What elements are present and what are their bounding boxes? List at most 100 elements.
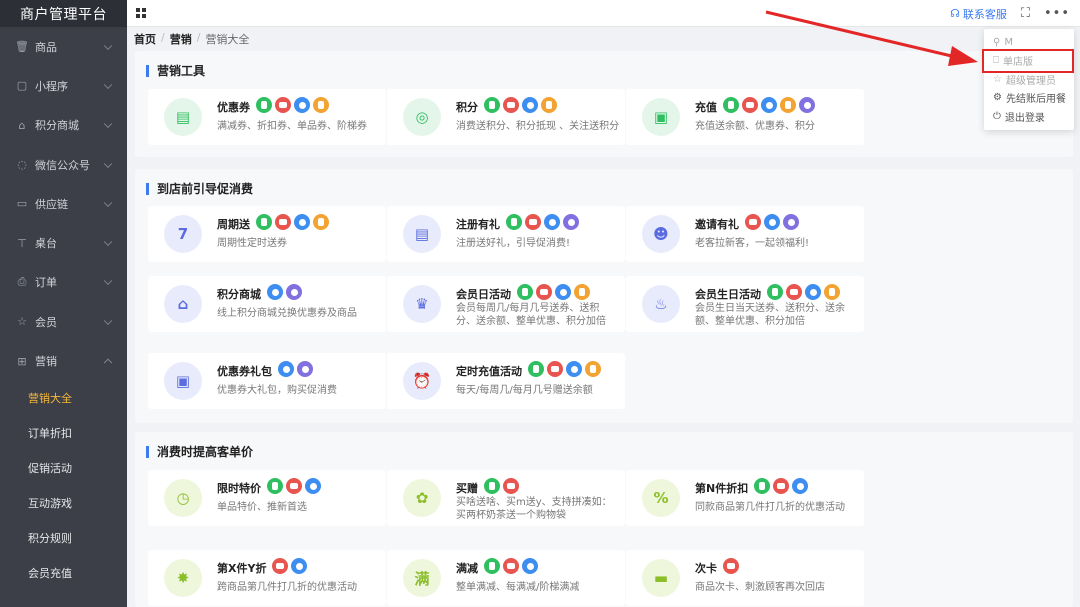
- section-pre-store: 到店前引导促消费 7 周期送 周期性定时送券 ▤ 注册有礼 注册送好礼，引导促消费! ☻ 邀请…: [135, 169, 1073, 423]
- card-description: 每天/每周几/每月几号赠送余额: [456, 385, 593, 396]
- blue-platform-icon: [761, 97, 777, 113]
- card-description: 充值送余额、优惠券、积分: [695, 121, 815, 132]
- red-platform-icon: [503, 97, 519, 113]
- card-description: 消费送积分、积分抵现 、关注送积分: [456, 121, 620, 132]
- card-description: 注册送好礼，引导促消费!: [456, 238, 571, 249]
- marketing-card[interactable]: ☻ 邀请有礼 老客拉新客，一起领福利!: [626, 206, 864, 262]
- blue-platform-icon: [267, 284, 283, 300]
- card-title: 第N件折扣: [695, 482, 749, 495]
- card-description: 周期性定时送券: [217, 238, 287, 249]
- truck-icon: ▭: [16, 197, 28, 211]
- green-platform-icon: [484, 558, 500, 574]
- sidebar-subitem[interactable]: 会员充值: [0, 556, 127, 591]
- chevron-icon: [103, 237, 113, 247]
- table-icon: ⊤: [17, 236, 27, 250]
- breadcrumb-marketing[interactable]: 营销: [170, 31, 192, 47]
- marketing-card[interactable]: ⏰ 定时充值活动 每天/每周几/每月几号赠送余额: [387, 353, 625, 409]
- sidebar-item[interactable]: 🗑 商品: [0, 27, 127, 66]
- card-title: 充值: [695, 101, 717, 114]
- card-title: 会员生日活动: [695, 288, 761, 301]
- star-icon: ☆: [17, 315, 27, 329]
- red-platform-icon: [503, 558, 519, 574]
- card-title: 会员日活动: [456, 288, 511, 301]
- marketing-card[interactable]: ✿ 买赠 买啥送啥、买m送y、支持拼凑如：买两杯奶茶送一个购物袋: [387, 470, 625, 526]
- blue-platform-icon: [566, 361, 582, 377]
- sidebar-subitem[interactable]: 促销活动: [0, 451, 127, 486]
- card-description: 线上积分商城兑换优惠券及商品: [217, 308, 357, 319]
- marketing-card[interactable]: ◷ 限时特价 单品特价、推新首选: [148, 470, 386, 526]
- breadcrumb: 首页 / 营销 / 营销大全: [134, 31, 250, 47]
- purple-platform-icon: [783, 214, 799, 230]
- blue-platform-icon: [291, 558, 307, 574]
- blue-platform-icon: [792, 478, 808, 494]
- card-description: 同款商品第几件打几折的优惠活动: [695, 502, 845, 513]
- sidebar-item[interactable]: ▭ 供应链: [0, 184, 127, 223]
- marketing-card[interactable]: ▣ 充值充值送余额、优惠券、积分: [626, 89, 864, 145]
- green-platform-icon: [528, 361, 544, 377]
- sidebar-item[interactable]: ☆ 会员: [0, 302, 127, 341]
- platform-badges: [272, 558, 307, 574]
- marketing-card[interactable]: ▬ 次卡 商品次卡、刺激顾客再次回店: [626, 550, 864, 606]
- red-platform-icon: [786, 284, 802, 300]
- breadcrumb-home[interactable]: 首页: [134, 31, 156, 47]
- sidebar-subitem[interactable]: 积分规则: [0, 521, 127, 556]
- sidebar-subitem[interactable]: 营销大全: [0, 381, 127, 416]
- marketing-card[interactable]: ▤ 优惠券 满减券、折扣券、单品券、阶梯券: [148, 89, 386, 145]
- more-icon[interactable]: •••: [1044, 6, 1070, 21]
- printer-icon: ⎙: [17, 275, 27, 289]
- discount-icon: ✸: [164, 559, 202, 597]
- blue-platform-icon: [555, 284, 571, 300]
- green-platform-icon: [484, 97, 500, 113]
- marketing-card[interactable]: 满 满减 整单满减、每满减/阶梯满减: [387, 550, 625, 606]
- sidebar-item-label: 桌台: [35, 237, 57, 251]
- green-platform-icon: [723, 97, 739, 113]
- marketing-card[interactable]: ▣ 优惠券礼包 优惠券大礼包，购买促消费: [148, 353, 386, 409]
- marketing-card[interactable]: ♛ 会员日活动会员每周几/每月几号送券、送积分、送余额、整单优惠、积分加倍: [387, 276, 625, 332]
- red-platform-icon: [742, 97, 758, 113]
- gear-icon: ⚙: [993, 92, 1002, 104]
- marketing-card[interactable]: ⌂ 积分商城 线上积分商城兑换优惠券及商品: [148, 276, 386, 332]
- marketing-card[interactable]: % 第N件折扣同款商品第几件打几折的优惠活动: [626, 470, 864, 526]
- percent-icon: %: [642, 479, 680, 517]
- card-title: 次卡: [695, 562, 717, 575]
- chevron-icon: [103, 358, 113, 368]
- sidebar-item[interactable]: ⎙ 订单: [0, 263, 127, 302]
- recharge-icon: ▣: [642, 98, 680, 136]
- menu-grid-icon[interactable]: [136, 8, 146, 18]
- marketing-card[interactable]: ▤ 注册有礼 注册送好礼，引导促消费!: [387, 206, 625, 262]
- green-platform-icon: [267, 478, 283, 494]
- card-title: 积分: [456, 101, 478, 114]
- card-description: 会员每周几/每月几号送券、送积分、送余额、整单优惠、积分加倍: [456, 303, 606, 327]
- sidebar-item-label: 微信公众号: [35, 158, 90, 172]
- dropdown-item[interactable]: ⏻ 退出登录: [984, 107, 1074, 126]
- fullscreen-icon[interactable]: ⛶: [1021, 6, 1030, 21]
- red-platform-icon: [275, 97, 291, 113]
- green-platform-icon: [517, 284, 533, 300]
- sidebar-item[interactable]: ⊞ 营销: [0, 341, 127, 380]
- marketing-card[interactable]: 7 周期送 周期性定时送券: [148, 206, 386, 262]
- marketing-card[interactable]: ♨ 会员生日活动 会员生日当天送券、送积分、送余额、整单优惠、积分加倍: [626, 276, 864, 332]
- crown-icon: ♛: [403, 285, 441, 323]
- platform-badges: [256, 97, 329, 113]
- purple-platform-icon: [297, 361, 313, 377]
- card-title: 优惠券: [217, 101, 250, 114]
- sidebar-item[interactable]: ◌ 微信公众号: [0, 145, 127, 184]
- platform-badges: [754, 478, 808, 494]
- card-title: 定时充值活动: [456, 365, 522, 378]
- sidebar-subitem[interactable]: 订单折扣: [0, 416, 127, 451]
- card-title: 周期送: [217, 218, 250, 231]
- marketing-card[interactable]: ◎ 积分消费送积分、积分抵现 、关注送积分: [387, 89, 625, 145]
- green-platform-icon: [256, 214, 272, 230]
- square-icon: ▢: [16, 79, 28, 93]
- wallet-icon: ▣: [164, 362, 202, 400]
- sidebar-subitem[interactable]: 互动游戏: [0, 486, 127, 521]
- sidebar-item[interactable]: ⌂ 积分商城: [0, 106, 127, 145]
- coins-icon: ◎: [403, 98, 441, 136]
- chevron-icon: [103, 41, 113, 50]
- sidebar-item[interactable]: ⊤ 桌台: [0, 223, 127, 262]
- marketing-card[interactable]: ✸ 第X件Y折 跨商品第几件打几折的优惠活动: [148, 550, 386, 606]
- sidebar-item[interactable]: ▢ 小程序: [0, 66, 127, 105]
- section-title: 营销工具: [146, 65, 205, 77]
- dropdown-item[interactable]: ⚙ 先结账后用餐: [984, 89, 1074, 108]
- sidebar-item-label: 营销: [35, 355, 57, 369]
